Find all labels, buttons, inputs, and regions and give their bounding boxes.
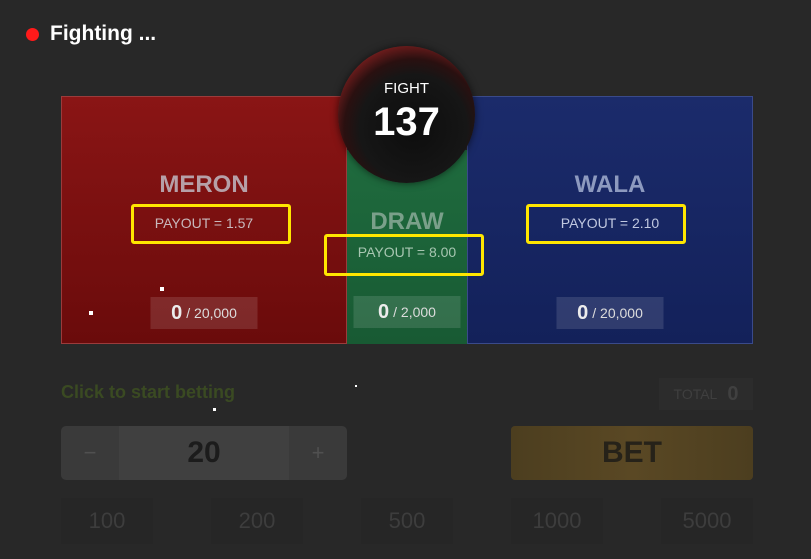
total-label: TOTAL [673,386,718,402]
wala-stake-limit: / 20,000 [592,305,643,321]
draw-stake-limit: / 2,000 [393,304,436,320]
fight-label: FIGHT [384,80,429,97]
total-value: 0 [727,382,739,405]
total-display: TOTAL 0 [659,378,753,410]
speck [213,408,216,411]
chip-500[interactable]: 500 [361,498,453,544]
speck [355,385,357,387]
chip-1000[interactable]: 1000 [511,498,603,544]
game-screen: Fighting ... MERON PAYOUT = 1.57 0 / 20,… [0,0,811,559]
meron-stake-amount: 0 [171,301,183,324]
fight-status: Fighting ... [26,22,156,46]
bet-amount-value[interactable]: 20 [119,426,289,480]
speck [160,287,164,291]
status-text: Fighting ... [50,22,157,45]
chip-5000[interactable]: 5000 [661,498,753,544]
meron-stake-limit: / 20,000 [186,305,237,321]
betting-hint: Click to start betting [61,382,236,402]
fight-number-badge: FIGHT 137 [338,46,475,183]
meron-label: MERON [159,171,249,198]
draw-stake-amount: 0 [378,300,390,323]
fight-number: 137 [373,100,440,144]
meron-stake: 0 / 20,000 [150,297,258,329]
meron-payout-highlight [131,204,291,244]
wala-label: WALA [574,171,646,198]
chip-100[interactable]: 100 [61,498,153,544]
chip-row: 100 200 500 1000 5000 [61,498,753,546]
draw-stake: 0 / 2,000 [353,296,461,328]
bet-button[interactable]: BET [511,426,753,480]
bet-amount-stepper: − 20 + [61,426,347,480]
draw-payout-highlight [324,234,484,276]
chip-200[interactable]: 200 [211,498,303,544]
wala-stake-amount: 0 [577,301,589,324]
live-indicator-icon [26,27,39,41]
draw-label: DRAW [370,208,444,235]
decrement-button[interactable]: − [61,426,119,480]
wala-payout-highlight [526,204,686,244]
speck [89,311,93,315]
wala-stake: 0 / 20,000 [556,297,664,329]
increment-button[interactable]: + [289,426,347,480]
